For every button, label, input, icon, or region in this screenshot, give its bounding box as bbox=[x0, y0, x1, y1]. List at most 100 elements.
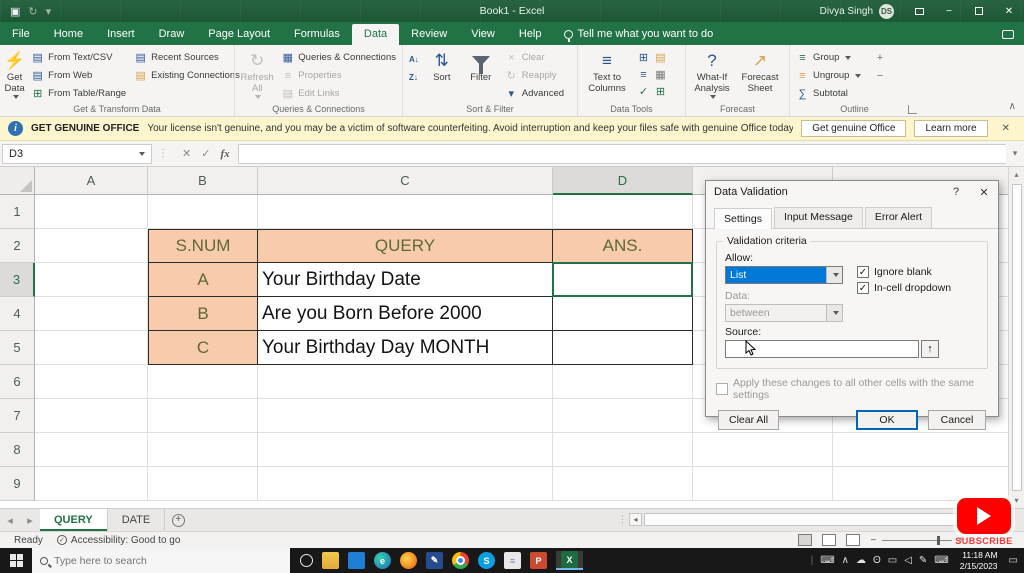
cell-B2[interactable]: S.NUM bbox=[148, 229, 258, 263]
cell-B3[interactable]: A bbox=[148, 263, 258, 297]
splitter-grip-icon[interactable]: ⋮ bbox=[618, 514, 627, 525]
name-box[interactable]: D3 bbox=[2, 143, 152, 164]
data-validation-icon[interactable]: ✓ bbox=[635, 83, 652, 100]
tab-insert[interactable]: Insert bbox=[95, 24, 147, 45]
cell[interactable] bbox=[35, 399, 148, 433]
start-button[interactable] bbox=[0, 548, 32, 573]
microsoft-store-icon[interactable] bbox=[348, 552, 365, 569]
maximize-button[interactable] bbox=[964, 0, 994, 22]
new-sheet-button[interactable]: + bbox=[165, 509, 191, 531]
reapply-button[interactable]: ↻ Reapply bbox=[502, 67, 567, 84]
clock[interactable]: 11:18 AM 2/15/2023 bbox=[956, 550, 1002, 570]
select-all-corner[interactable] bbox=[0, 167, 35, 195]
relationships-icon[interactable]: ▦ bbox=[652, 66, 669, 83]
flash-fill-icon[interactable]: ⊞ bbox=[635, 49, 652, 66]
cell[interactable] bbox=[833, 433, 1008, 467]
notification-center-icon[interactable]: ▭ bbox=[1009, 555, 1018, 566]
sort-ascending-button[interactable]: A↓ bbox=[406, 51, 422, 68]
cell[interactable] bbox=[148, 365, 258, 399]
apply-all-checkbox[interactable]: Apply these changes to all other cells w… bbox=[716, 377, 988, 401]
cell[interactable] bbox=[35, 195, 148, 229]
cell-C5[interactable]: Your Birthday Day MONTH bbox=[258, 331, 553, 365]
row-header-9[interactable]: 9 bbox=[0, 467, 35, 501]
zoom-slider[interactable] bbox=[882, 535, 953, 545]
tab-input-message[interactable]: Input Message bbox=[773, 207, 863, 228]
cancel-button[interactable]: Cancel bbox=[928, 410, 986, 430]
column-header-D[interactable]: D bbox=[553, 167, 693, 195]
ignore-blank-checkbox[interactable]: ✓ Ignore blank bbox=[857, 266, 951, 278]
sort-descending-button[interactable]: Z↓ bbox=[406, 69, 422, 86]
recent-sources-button[interactable]: ▤ Recent Sources bbox=[131, 49, 243, 66]
cell[interactable] bbox=[553, 467, 693, 501]
cell[interactable] bbox=[553, 195, 693, 229]
dialog-title-bar[interactable]: Data Validation ? ✕ bbox=[706, 181, 998, 203]
cell-C2[interactable]: QUERY bbox=[258, 229, 553, 263]
ink-workspace-icon[interactable]: ✎ bbox=[919, 555, 927, 566]
display-icon[interactable]: ▭ bbox=[888, 555, 897, 566]
cancel-entry-icon[interactable]: ✕ bbox=[182, 147, 191, 160]
cell-B5[interactable]: C bbox=[148, 331, 258, 365]
excel-taskbar-button[interactable]: X bbox=[556, 551, 583, 570]
column-header-B[interactable]: B bbox=[148, 167, 258, 195]
minimize-button[interactable]: − bbox=[934, 0, 964, 22]
cell[interactable] bbox=[35, 263, 148, 297]
firefox-icon[interactable] bbox=[400, 552, 417, 569]
close-button[interactable]: ✕ bbox=[994, 0, 1024, 22]
edit-links-button[interactable]: ▤ Edit Links bbox=[278, 85, 399, 102]
comments-icon[interactable] bbox=[1002, 30, 1014, 39]
enter-entry-icon[interactable]: ✓ bbox=[201, 147, 210, 160]
cell[interactable] bbox=[35, 229, 148, 263]
touch-keyboard-icon[interactable]: ⌨ bbox=[820, 555, 834, 566]
dropdown-chevron-icon[interactable] bbox=[826, 305, 842, 321]
clear-all-button[interactable]: Clear All bbox=[718, 410, 780, 430]
keyboard-layout-icon[interactable]: ⌨ bbox=[934, 555, 948, 566]
group-button[interactable]: ≡ Group bbox=[793, 49, 864, 66]
column-header-A[interactable]: A bbox=[35, 167, 148, 195]
cell-C4[interactable]: Are you Born Before 2000 bbox=[258, 297, 553, 331]
cell-D3-selected[interactable] bbox=[552, 262, 693, 297]
cell[interactable] bbox=[258, 365, 553, 399]
cell[interactable] bbox=[35, 297, 148, 331]
save-icon[interactable]: ▣ bbox=[10, 5, 20, 18]
speaker-icon[interactable]: ◁ bbox=[904, 555, 912, 566]
tab-data[interactable]: Data bbox=[351, 24, 400, 45]
powerpoint-icon[interactable]: P bbox=[530, 552, 547, 569]
redo-icon[interactable]: ↻ bbox=[28, 5, 37, 18]
avatar[interactable]: DS bbox=[879, 3, 894, 19]
hscroll-left-icon[interactable]: ◂ bbox=[629, 513, 642, 526]
column-header-C[interactable]: C bbox=[258, 167, 553, 195]
microphone-icon[interactable]: ʘ bbox=[873, 555, 881, 566]
dialog-help-button[interactable]: ? bbox=[942, 181, 970, 203]
tab-formulas[interactable]: Formulas bbox=[282, 24, 352, 45]
row-header-4[interactable]: 4 bbox=[0, 297, 35, 331]
cell[interactable] bbox=[553, 365, 693, 399]
allow-dropdown[interactable]: List bbox=[725, 266, 843, 284]
banner-close-icon[interactable]: ✕ bbox=[996, 123, 1016, 134]
tab-help[interactable]: Help bbox=[507, 24, 554, 45]
cell[interactable] bbox=[553, 399, 693, 433]
ungroup-button[interactable]: ≡ Ungroup bbox=[793, 67, 864, 84]
collapse-ribbon-icon[interactable]: ∧ bbox=[1009, 101, 1016, 112]
tab-error-alert[interactable]: Error Alert bbox=[864, 207, 933, 228]
chrome-icon[interactable] bbox=[452, 552, 469, 569]
tab-page-layout[interactable]: Page Layout bbox=[196, 24, 282, 45]
onedrive-cloud-icon[interactable]: ☁ bbox=[856, 555, 866, 566]
show-hidden-icons-chevron[interactable]: ∧ bbox=[842, 555, 849, 566]
page-break-view-button[interactable] bbox=[846, 534, 861, 546]
cell[interactable] bbox=[258, 195, 553, 229]
get-data-button[interactable]: ⚡ Get Data bbox=[3, 47, 26, 101]
sheet-tab-query[interactable]: QUERY bbox=[40, 509, 108, 531]
tab-review[interactable]: Review bbox=[399, 24, 459, 45]
cell[interactable] bbox=[553, 433, 693, 467]
accessibility-status[interactable]: ✓ Accessibility: Good to go bbox=[56, 535, 180, 546]
file-explorer-icon[interactable] bbox=[322, 552, 339, 569]
row-header-7[interactable]: 7 bbox=[0, 399, 35, 433]
in-cell-dropdown-checkbox[interactable]: ✓ In-cell dropdown bbox=[857, 282, 951, 294]
row-header-6[interactable]: 6 bbox=[0, 365, 35, 399]
tab-view[interactable]: View bbox=[459, 24, 507, 45]
cell-C3[interactable]: Your Birthday Date bbox=[258, 263, 553, 297]
ok-button[interactable]: OK bbox=[856, 410, 918, 430]
search-input[interactable] bbox=[54, 554, 254, 567]
existing-connections-button[interactable]: ▤ Existing Connections bbox=[131, 67, 243, 84]
scroll-up-icon[interactable]: ▴ bbox=[1009, 167, 1024, 182]
